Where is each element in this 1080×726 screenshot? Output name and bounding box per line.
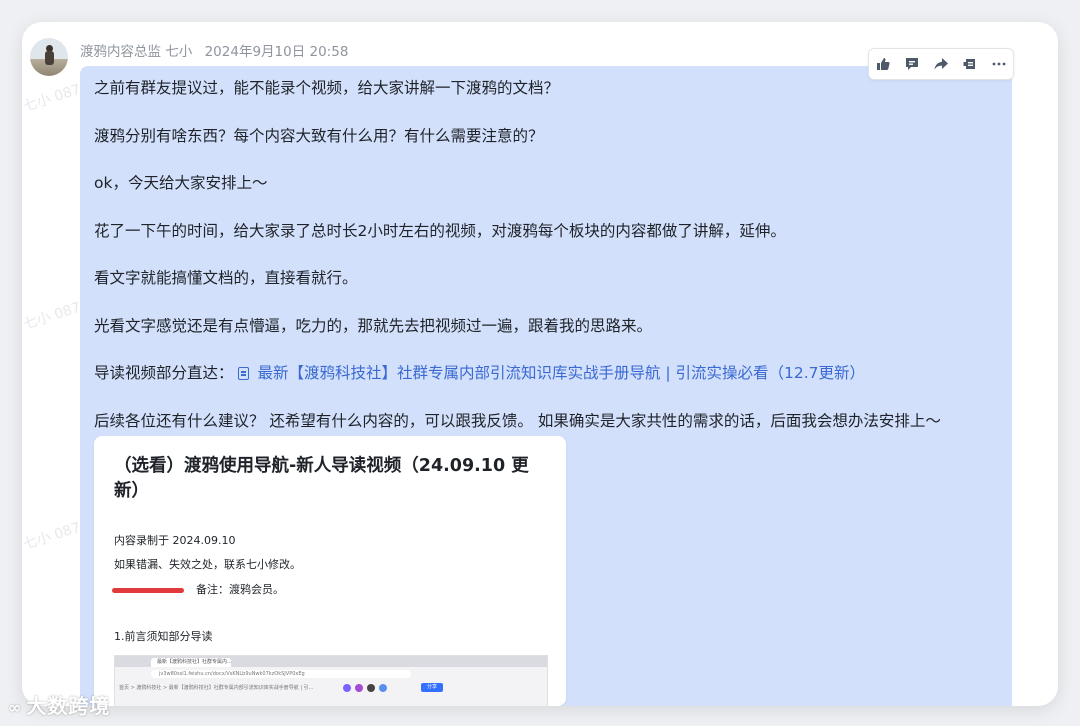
guide-doc-link[interactable]: 最新【渡鸦科技社】社群专属内部引流知识库实战手册导航 | 引流实操必看（12.7…	[238, 364, 865, 382]
message-paragraph: 花了一下午的时间，给大家录了总时长2小时左右的视频，对渡鸦每个板块的内容都做了讲…	[94, 221, 786, 240]
card-title: （选看）渡鸦使用导航-新人导读视频（24.09.10 更新）	[114, 456, 529, 501]
browser-tab-bar: 最新【渡鸦科技社】社群专属内...	[115, 656, 547, 667]
message-paragraph: ok，今天给大家安排上～	[94, 174, 268, 192]
avatar	[343, 684, 351, 692]
comment-icon[interactable]	[901, 53, 923, 75]
browser-breadcrumb: 首页 > 渡鸦科技社 > 最新【渡鸦科技社】社群专属内部引流知识库实战手册导航 …	[119, 685, 314, 691]
card-error-note: 如果错漏、失效之处，联系七小修改。	[114, 558, 301, 571]
redaction-line	[112, 588, 184, 593]
message-timestamp: 2024年9月10日 20:58	[204, 44, 349, 60]
browser-tab: 最新【渡鸦科技社】社群专属内...	[151, 658, 232, 667]
more-icon[interactable]	[988, 53, 1010, 75]
message-paragraph: 之前有群友提议过，能不能录个视频，给大家讲解一下渡鸦的文档？	[94, 79, 560, 97]
chat-window: 七小 0873 七小 0873 七小 0873 七小 0873 七小 0873 …	[22, 22, 1058, 706]
message-action-toolbar	[868, 48, 1014, 80]
avatar	[379, 684, 387, 692]
thumbs-up-icon[interactable]	[872, 53, 894, 75]
brand-watermark: ∞ 大数跨境	[8, 694, 111, 718]
card-remark: 备注：渡鸦会员。	[196, 583, 284, 596]
share-button: 分享	[421, 683, 443, 692]
avatar[interactable]	[30, 38, 68, 76]
avatar	[367, 684, 375, 692]
message-body: 之前有群友提议过，能不能录个视频，给大家讲解一下渡鸦的文档？ 渡鸦分别有啥东西？…	[94, 76, 1004, 456]
message-header: 渡鸦内容总监 七小 2024年9月10日 20:58	[80, 40, 356, 60]
forward-icon[interactable]	[930, 53, 952, 75]
message-paragraph-closing: 后续各位还有什么建议？ 还希望有什么内容的，可以跟我反馈。 如果确实是大家共性的…	[94, 411, 941, 430]
pin-icon[interactable]	[959, 53, 981, 75]
browser-screenshot: 最新【渡鸦科技社】社群专属内... jv3w80ssl1.feishu.cn/d…	[114, 655, 548, 706]
message-paragraph: 光看文字感觉还是有点懵逼，吃力的，那就先去把视频过一遍，跟着我的思路来。	[94, 316, 653, 335]
message-paragraph: 渡鸦分别有啥东西？每个内容大致有什么用？有什么需要注意的？	[94, 126, 544, 145]
card-section: 1.前言须知部分导读	[114, 630, 213, 643]
author-name[interactable]: 渡鸦内容总监 七小	[80, 44, 192, 60]
guide-paragraph: 导读视频部分直达： 最新【渡鸦科技社】社群专属内部引流知识库实战手册导航 | 引…	[94, 361, 1004, 385]
card-record-date: 内容录制于 2024.09.10	[114, 534, 236, 547]
document-icon	[238, 367, 250, 380]
brand-logo-icon: ∞	[8, 698, 23, 717]
avatar	[355, 684, 363, 692]
guide-prefix: 导读视频部分直达：	[94, 364, 234, 382]
doc-preview-card[interactable]: （选看）渡鸦使用导航-新人导读视频（24.09.10 更新） 内容录制于 202…	[94, 436, 566, 706]
message-paragraph: 看文字就能搞懂文档的，直接看就行。	[94, 269, 358, 287]
browser-url-bar: jv3w80ssl1.feishu.cn/docx/VsKNLb9uNwk07k…	[151, 670, 411, 678]
guide-link-text[interactable]: 最新【渡鸦科技社】社群专属内部引流知识库实战手册导航 | 引流实操必看（12.7…	[257, 364, 865, 382]
